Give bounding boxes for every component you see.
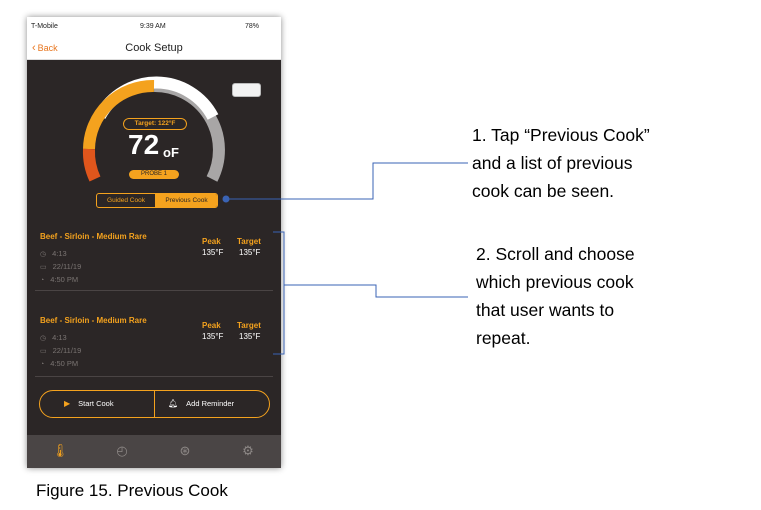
callout-1-line: and a list of previous	[472, 153, 633, 173]
callout-line-2	[284, 284, 468, 298]
callout-2-line: that user wants to	[476, 300, 615, 320]
scroll-bracket	[273, 231, 285, 355]
callout-dot	[222, 195, 230, 203]
callout-1-line: 1. Tap “Previous Cook”	[472, 125, 650, 145]
callout-previous-cook: 1. Tap “Previous Cook” and a list of pre…	[472, 121, 650, 205]
callout-scroll-choose: 2. Scroll and choose which previous cook…	[476, 240, 635, 352]
callout-2-line: 2. Scroll and choose	[476, 244, 635, 264]
callout-line-1	[229, 162, 468, 200]
callout-1-line: cook can be seen.	[472, 181, 615, 201]
annotation-lines	[222, 162, 468, 355]
figure-caption: Figure 15. Previous Cook	[36, 481, 228, 500]
callout-2-line: repeat.	[476, 328, 531, 348]
callout-2-line: which previous cook	[476, 272, 634, 292]
